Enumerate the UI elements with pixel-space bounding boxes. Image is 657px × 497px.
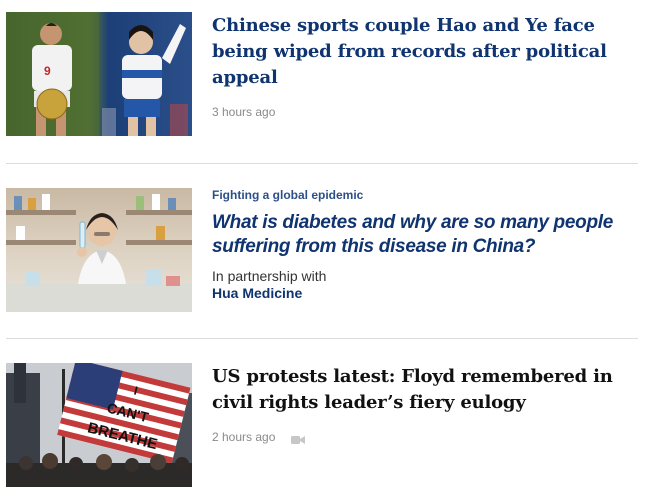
article-content-2: Fighting a global epidemic What is diabe… <box>212 188 636 301</box>
article-headline[interactable]: What is diabetes and why are so many peo… <box>212 211 636 259</box>
svg-text:9: 9 <box>44 64 51 78</box>
article-divider <box>6 163 638 164</box>
article-content-1: Chinese sports couple Hao and Ye face be… <box>212 12 636 119</box>
partner-name[interactable]: Hua Medicine <box>212 285 636 301</box>
article-thumbnail-protest[interactable]: I CAN'T BREATHE <box>6 363 192 487</box>
article-card-2[interactable]: Fighting a global epidemic What is diabe… <box>6 188 638 312</box>
article-content-3: US protests latest: Floyd remembered in … <box>212 363 636 444</box>
article-thumbnail-football[interactable]: 9 <box>6 12 192 136</box>
article-card-1[interactable]: 9 Chinese sports couple Hao and Ye face … <box>6 12 638 136</box>
article-headline[interactable]: Chinese sports couple Hao and Ye face be… <box>212 13 636 91</box>
video-camera-icon <box>291 432 306 444</box>
article-headline[interactable]: US protests latest: Floyd remembered in … <box>212 364 636 416</box>
article-timestamp: 2 hours ago <box>212 430 276 444</box>
partnership-label: In partnership with <box>212 268 327 284</box>
article-timestamp: 3 hours ago <box>212 105 276 119</box>
article-card-3[interactable]: I CAN'T BREATHE US protests latest: Floy… <box>6 363 638 487</box>
article-meta: 2 hours ago <box>212 430 636 444</box>
article-kicker[interactable]: Fighting a global epidemic <box>212 188 636 202</box>
article-thumbnail-lab[interactable] <box>6 188 192 312</box>
article-divider <box>6 338 638 339</box>
